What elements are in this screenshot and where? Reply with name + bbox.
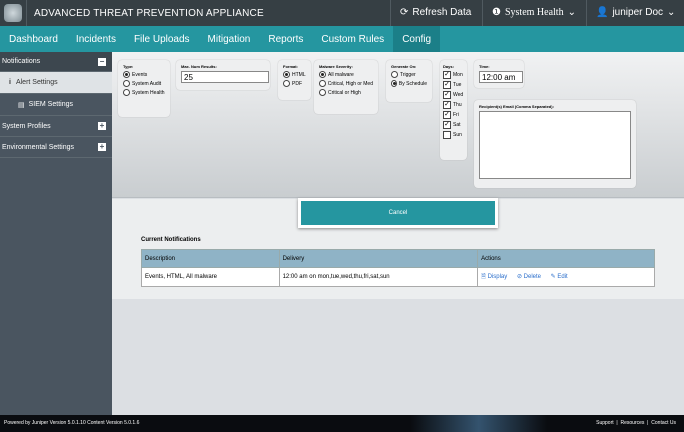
- severity-chm-radio[interactable]: Critical, High or Med: [319, 80, 373, 87]
- system-health-dropdown[interactable]: ❶ System Health ⌄: [492, 7, 576, 18]
- cell-delivery: 12:00 am on mon,tue,wed,thu,fri,sat,sun: [278, 267, 479, 287]
- resources-link[interactable]: Resources: [621, 420, 645, 426]
- format-label: Format:: [283, 64, 298, 69]
- sidebar: Notifications − i Alert Settings ▤ SIEM Set…: [0, 52, 112, 415]
- pencil-icon: ✎: [550, 274, 556, 280]
- day-wed-checkbox[interactable]: ✓ Wed: [443, 91, 464, 99]
- col-description: Description: [141, 249, 280, 268]
- version-text: Powered by Juniper Version 5.0.1.10 Cont…: [4, 420, 140, 426]
- time-group: Time:: [474, 60, 524, 88]
- sidebar-label: Alert Settings: [15, 79, 58, 86]
- user-icon: 👤: [596, 7, 609, 18]
- table-row: Events, HTML, All malware 12:00 am on mo…: [141, 267, 655, 287]
- info-icon: ❶: [492, 7, 501, 18]
- notifications-table: Description Delivery Actions Events, HTML,…: [141, 249, 655, 287]
- chevron-down-icon: ⌄: [567, 7, 576, 18]
- type-system-audit-radio[interactable]: System Audit: [123, 80, 165, 87]
- sidebar-label: SIEM Settings: [28, 101, 73, 108]
- user-menu[interactable]: 👤 juniper Doc ⌄: [596, 7, 675, 18]
- sidebar-system-profiles[interactable]: System Profiles +: [0, 116, 112, 137]
- severity-group: Malware Severity: All malware Critical, …: [314, 60, 378, 114]
- day-tue-checkbox[interactable]: ✓ Tue: [443, 81, 464, 89]
- edit-link[interactable]: ✎ Edit: [551, 274, 568, 280]
- ban-icon: ⊘: [516, 274, 522, 280]
- sidebar-label: System Profiles: [2, 122, 51, 130]
- sidebar-item-alert-settings[interactable]: i Alert Settings: [0, 72, 112, 94]
- expand-icon[interactable]: +: [98, 143, 106, 151]
- format-group: Format: HTML PDF: [278, 60, 311, 100]
- max-results-stepper[interactable]: [181, 71, 269, 83]
- recipients-group: Recipient(s) Email (Comma Separated):: [474, 100, 636, 188]
- info-icon: i: [9, 79, 11, 86]
- delete-link[interactable]: ⊘ Delete: [517, 274, 541, 280]
- tab-custom-rules[interactable]: Custom Rules: [312, 26, 393, 52]
- tab-dashboard[interactable]: Dashboard: [0, 26, 67, 52]
- footer: Powered by Juniper Version 5.0.1.10 Cont…: [0, 415, 684, 432]
- expand-icon[interactable]: +: [98, 122, 106, 130]
- siem-icon: ▤: [18, 101, 25, 109]
- chevron-down-icon: ⌄: [667, 7, 676, 18]
- recipients-label: Recipient(s) Email (Comma Separated):: [479, 104, 554, 109]
- cell-description: Events, HTML, All malware: [141, 267, 280, 287]
- tab-mitigation[interactable]: Mitigation: [199, 26, 260, 52]
- max-results-label: Max. Num Results:: [181, 64, 217, 69]
- type-events-radio[interactable]: Events: [123, 71, 165, 78]
- generate-schedule-radio[interactable]: By Schedule: [391, 80, 427, 87]
- main-content: Type: Events System Audit System Health …: [112, 52, 684, 415]
- severity-label: Malware Severity:: [319, 64, 353, 69]
- days-group: Days: ✓ Mon ✓ Tue ✓ Wed ✓ Thu ✓ Fri ✓ Sat Sun: [440, 60, 467, 160]
- day-thu-checkbox[interactable]: ✓ Thu: [443, 101, 464, 109]
- generate-trigger-radio[interactable]: Trigger: [391, 71, 427, 78]
- sidebar-notifications[interactable]: Notifications −: [0, 52, 112, 72]
- type-label: Type:: [123, 64, 134, 69]
- refresh-data-button[interactable]: ⟳ Refresh Data: [400, 7, 471, 18]
- format-pdf-radio[interactable]: PDF: [283, 80, 306, 87]
- recipients-textarea[interactable]: [479, 111, 631, 179]
- days-label: Days:: [443, 64, 454, 69]
- format-html-radio[interactable]: HTML: [283, 71, 306, 78]
- sidebar-label: Notifications: [2, 58, 41, 65]
- cell-actions: 🗎 Display ⊘ Delete ✎ Edit: [477, 267, 655, 287]
- generate-on-label: Generate On:: [391, 64, 417, 69]
- day-fri-checkbox[interactable]: ✓ Fri: [443, 111, 464, 119]
- time-input[interactable]: [479, 71, 523, 83]
- max-results-group: Max. Num Results:: [176, 60, 270, 90]
- refresh-icon: ⟳: [400, 7, 409, 18]
- cancel-button[interactable]: Cancel: [301, 201, 495, 225]
- user-name: juniper Doc: [612, 7, 664, 18]
- severity-all-radio[interactable]: All malware: [319, 71, 373, 78]
- document-icon: 🗎: [481, 274, 486, 280]
- day-sun-checkbox[interactable]: Sun: [443, 131, 464, 139]
- support-link[interactable]: Support: [596, 420, 614, 426]
- severity-ch-radio[interactable]: Critical or High: [319, 89, 373, 96]
- cancel-container: Cancel: [298, 198, 498, 228]
- generate-on-group: Generate On: Trigger By Schedule: [386, 60, 432, 102]
- sidebar-item-siem-settings[interactable]: ▤ SIEM Settings: [0, 94, 112, 116]
- main-nav: Dashboard Incidents File Uploads Mitigat…: [0, 26, 684, 52]
- time-label: Time:: [479, 64, 490, 69]
- day-mon-checkbox[interactable]: ✓ Mon: [443, 71, 464, 79]
- top-header: ADVANCED THREAT PREVENTION APPLIANCE ⟳ Re…: [0, 0, 684, 26]
- type-group: Type: Events System Audit System Health: [118, 60, 170, 117]
- juniper-logo-icon: [4, 4, 22, 22]
- col-actions: Actions: [477, 249, 655, 268]
- app-title: ADVANCED THREAT PREVENTION APPLIANCE: [34, 8, 264, 19]
- system-health-label: System Health: [504, 7, 564, 18]
- collapse-icon[interactable]: −: [98, 57, 106, 66]
- refresh-label: Refresh Data: [412, 7, 472, 18]
- display-link[interactable]: 🗎 Display: [481, 274, 507, 280]
- alert-form: Type: Events System Audit System Health …: [112, 52, 684, 198]
- type-system-health-radio[interactable]: System Health: [123, 89, 165, 96]
- sidebar-label: Environmental Settings: [2, 143, 74, 151]
- col-delivery: Delivery: [278, 249, 479, 268]
- current-notifications-title: Current Notifications: [141, 237, 201, 243]
- day-sat-checkbox[interactable]: ✓ Sat: [443, 121, 464, 129]
- tab-incidents[interactable]: Incidents: [67, 26, 125, 52]
- tab-reports[interactable]: Reports: [259, 26, 312, 52]
- tab-config[interactable]: Config: [393, 26, 441, 52]
- tab-file-uploads[interactable]: File Uploads: [125, 26, 199, 52]
- sidebar-environmental-settings[interactable]: Environmental Settings +: [0, 137, 112, 158]
- contact-link[interactable]: Contact Us: [651, 420, 676, 426]
